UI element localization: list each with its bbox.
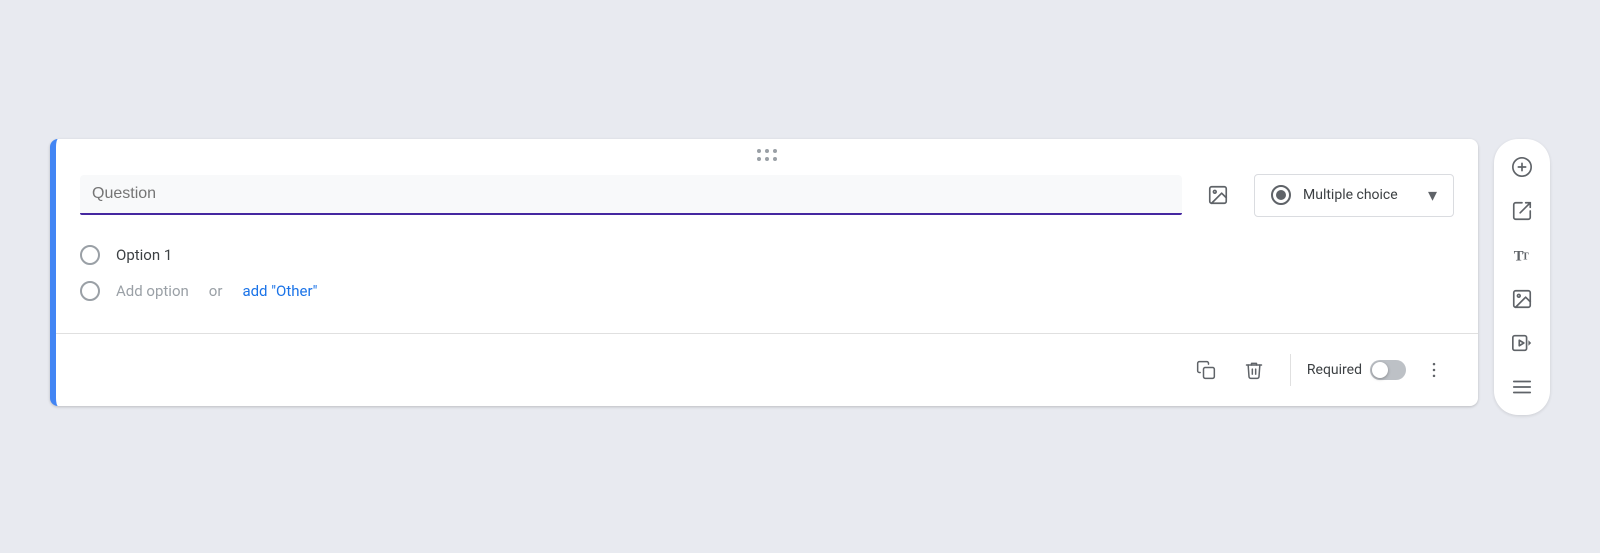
question-type-label: Multiple choice <box>1303 187 1416 203</box>
question-input-wrapper <box>80 175 1182 215</box>
add-image-to-question-button[interactable] <box>1198 175 1238 215</box>
card-divider <box>56 333 1478 334</box>
multiple-choice-icon <box>1271 185 1291 205</box>
question-input[interactable] <box>80 175 1182 213</box>
add-option-text[interactable]: Add option <box>116 282 189 300</box>
duplicate-button[interactable] <box>1186 350 1226 390</box>
required-toggle[interactable] <box>1370 360 1406 380</box>
options-section: Option 1 Add option or add "Other" <box>56 233 1478 325</box>
add-title-button[interactable]: T T <box>1502 235 1542 275</box>
or-text: or <box>209 282 223 300</box>
footer-divider <box>1290 354 1291 386</box>
option-1-text: Option 1 <box>116 246 172 264</box>
add-image-button[interactable] <box>1502 279 1542 319</box>
more-options-button[interactable] <box>1414 350 1454 390</box>
add-section-button[interactable] <box>1502 367 1542 407</box>
add-option-radio <box>80 281 100 301</box>
question-type-dropdown[interactable]: Multiple choice ▾ <box>1254 174 1454 217</box>
required-label: Required <box>1307 362 1362 378</box>
chevron-down-icon: ▾ <box>1428 185 1437 206</box>
svg-text:T: T <box>1522 251 1529 262</box>
right-sidebar: T T <box>1494 139 1550 415</box>
question-underline <box>80 213 1182 215</box>
add-video-button[interactable] <box>1502 323 1542 363</box>
drag-handle[interactable] <box>56 139 1478 166</box>
add-other-link[interactable]: add "Other" <box>242 282 317 300</box>
option-1-radio[interactable] <box>80 245 100 265</box>
question-card: Multiple choice ▾ Option 1 Add option or… <box>50 139 1478 406</box>
add-question-button[interactable] <box>1502 147 1542 187</box>
option-1-row: Option 1 <box>80 237 1454 273</box>
import-question-button[interactable] <box>1502 191 1542 231</box>
add-option-row: Add option or add "Other" <box>80 273 1454 309</box>
delete-button[interactable] <box>1234 350 1274 390</box>
question-header: Multiple choice ▾ <box>56 166 1478 233</box>
card-footer: Required <box>56 342 1478 406</box>
